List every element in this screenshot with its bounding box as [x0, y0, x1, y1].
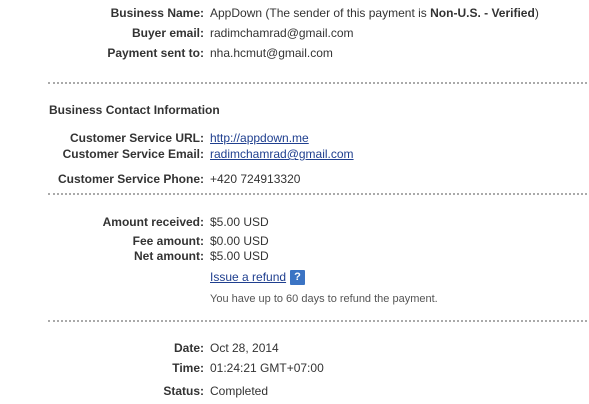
fee-amount-label: Fee amount: — [132, 234, 204, 248]
net-amount-label: Net amount: — [134, 249, 204, 263]
contact-section-title: Business Contact Information — [49, 103, 220, 117]
sender-status-bold: Non-U.S. - Verified — [430, 6, 535, 20]
service-email-link[interactable]: radimchamrad@gmail.com — [210, 146, 354, 162]
date-value: Oct 28, 2014 — [210, 341, 279, 355]
refund-note: You have up to 60 days to refund the pay… — [210, 293, 438, 305]
time-row: Time: 01:24:21 GMT+07:00 — [0, 360, 589, 376]
issue-refund-link[interactable]: Issue a refund — [210, 269, 286, 285]
service-url-label: Customer Service URL: — [69, 131, 204, 145]
section-divider — [48, 320, 587, 322]
buyer-email-value: radimchamrad@gmail.com — [210, 26, 354, 40]
business-name-row: Business Name: AppDown (The sender of th… — [0, 5, 589, 21]
help-icon[interactable]: ? — [290, 270, 305, 285]
service-email-row: Customer Service Email: radimchamrad@gma… — [0, 146, 589, 162]
section-divider — [48, 193, 587, 195]
amount-received-row: Amount received: $5.00 USD — [0, 214, 589, 230]
business-name-label: Business Name: — [110, 6, 204, 20]
business-name-value: AppDown (The sender of this payment is N… — [210, 5, 539, 21]
date-row: Date: Oct 28, 2014 — [0, 340, 589, 356]
net-amount-value: $5.00 USD — [210, 249, 269, 263]
amount-received-label: Amount received: — [102, 215, 204, 229]
status-row: Status: Completed — [0, 383, 589, 399]
service-email-label: Customer Service Email: — [62, 147, 204, 161]
status-value: Completed — [210, 384, 269, 398]
amount-received-value: $5.00 USD — [210, 215, 269, 229]
date-label: Date: — [173, 341, 204, 355]
sender-status-suffix: ) — [534, 6, 539, 20]
time-label: Time: — [172, 361, 204, 375]
payment-sent-to-label: Payment sent to: — [107, 46, 204, 60]
time-value: 01:24:21 GMT+07:00 — [210, 361, 324, 375]
service-phone-row: Customer Service Phone: +420 724913320 — [0, 171, 589, 187]
service-phone-value: +420 724913320 — [210, 172, 301, 186]
fee-amount-row: Fee amount: $0.00 USD — [0, 233, 589, 249]
status-label: Status: — [163, 384, 204, 398]
service-url-row: Customer Service URL: http://appdown.me — [0, 130, 589, 146]
section-divider — [48, 82, 587, 84]
business-name-text: AppDown — [210, 6, 263, 20]
service-phone-label: Customer Service Phone: — [57, 172, 204, 186]
fee-amount-value: $0.00 USD — [210, 234, 269, 248]
sender-status-prefix: (The sender of this payment is — [265, 6, 431, 20]
payment-sent-to-value: nha.hcmut@gmail.com — [210, 46, 333, 60]
buyer-email-label: Buyer email: — [131, 26, 204, 40]
payment-sent-to-row: Payment sent to: nha.hcmut@gmail.com — [0, 45, 589, 61]
net-amount-row: Net amount: $5.00 USD — [0, 248, 589, 264]
service-url-link[interactable]: http://appdown.me — [210, 130, 309, 146]
buyer-email-row: Buyer email: radimchamrad@gmail.com — [0, 25, 589, 41]
